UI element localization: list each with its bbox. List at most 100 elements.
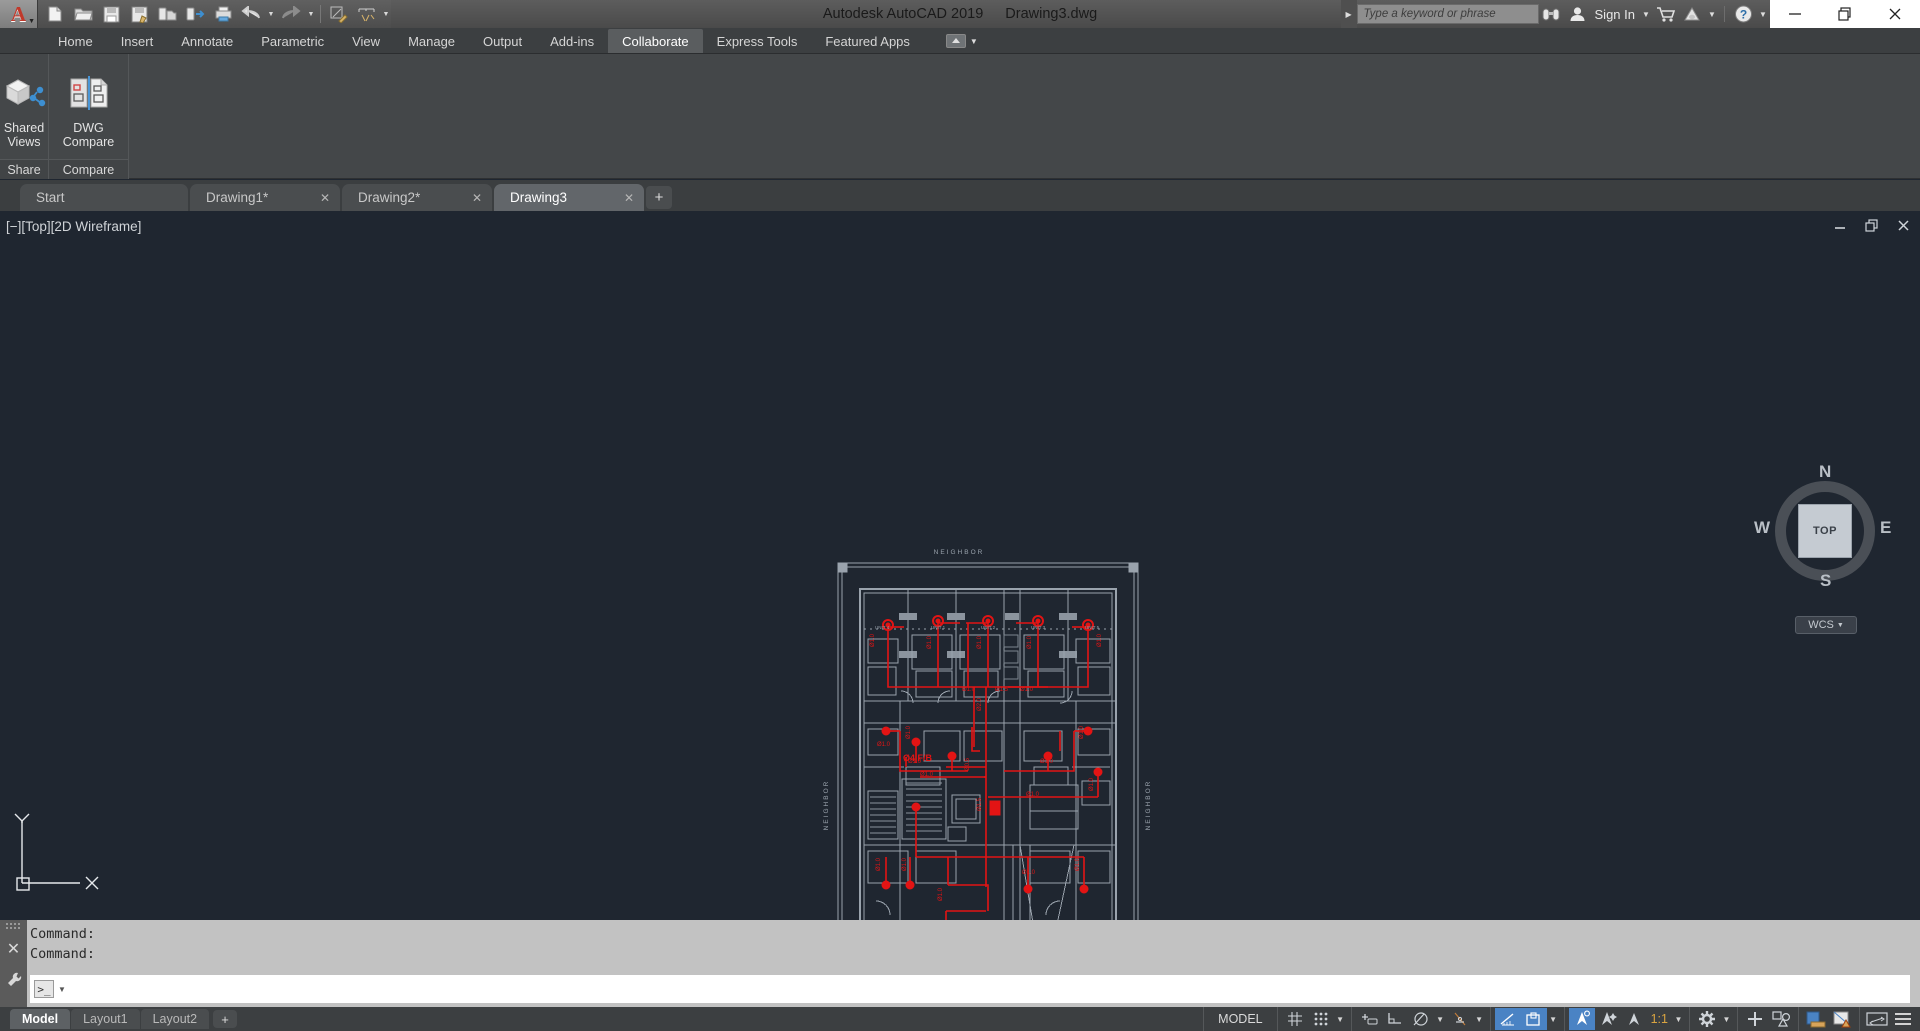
layout-tab-layout1[interactable]: Layout1 bbox=[71, 1009, 140, 1029]
web-open-icon[interactable] bbox=[182, 1, 208, 27]
layout-tab-model[interactable]: Model bbox=[10, 1009, 71, 1029]
chevron-down-icon[interactable]: ▼ bbox=[970, 37, 978, 46]
document-tab-bar: Start Drawing1* ✕ Drawing2* ✕ Drawing3 ✕… bbox=[0, 180, 1920, 211]
osnap-dropdown-icon[interactable]: ▼ bbox=[1473, 1008, 1486, 1030]
restore-button[interactable] bbox=[1822, 0, 1868, 28]
document-tab-label: Start bbox=[36, 190, 65, 205]
command-line-close-icon[interactable]: ✕ bbox=[0, 939, 27, 959]
sign-in-button[interactable]: Sign In bbox=[1591, 7, 1639, 22]
ribbon-tab-collaborate[interactable]: Collaborate bbox=[608, 29, 703, 53]
ribbon-tab-annotate[interactable]: Annotate bbox=[167, 29, 247, 53]
dwg-compare-button[interactable]: DWG Compare bbox=[49, 54, 128, 159]
search-binoculars-icon[interactable] bbox=[1539, 0, 1565, 28]
qat-customize-icon[interactable]: ▼ bbox=[381, 1, 391, 27]
ucs-selector[interactable]: WCS ▼ bbox=[1795, 616, 1857, 634]
compass-east-label[interactable]: E bbox=[1880, 518, 1891, 538]
a360-dropdown-icon[interactable]: ▼ bbox=[1705, 0, 1719, 28]
command-line-grip[interactable]: ✕ bbox=[0, 920, 27, 1007]
undo-dropdown-icon[interactable]: ▼ bbox=[266, 1, 276, 27]
annotation-visibility-icon[interactable] bbox=[1595, 1008, 1621, 1030]
polar-dropdown-icon[interactable]: ▼ bbox=[1434, 1008, 1447, 1030]
command-line-settings-icon[interactable] bbox=[0, 971, 27, 994]
open-icon[interactable] bbox=[70, 1, 96, 27]
drawing-canvas[interactable]: [−][Top][2D Wireframe] Ø1.0 Ø1.0 Ø1.0 Ø1… bbox=[0, 211, 1920, 920]
saveas-icon[interactable] bbox=[126, 1, 152, 27]
compass-north-label[interactable]: N bbox=[1819, 462, 1831, 482]
scale-dropdown-icon[interactable]: ▼ bbox=[1672, 1008, 1685, 1030]
shared-views-button[interactable]: Shared Views bbox=[0, 54, 48, 159]
document-tab-drawing2[interactable]: Drawing2* ✕ bbox=[342, 184, 492, 211]
close-icon[interactable]: ✕ bbox=[624, 191, 634, 205]
close-icon[interactable]: ✕ bbox=[320, 191, 330, 205]
lineweight-icon[interactable] bbox=[1494, 1008, 1521, 1030]
compass-west-label[interactable]: W bbox=[1754, 518, 1770, 538]
new-document-tab-button[interactable]: + bbox=[646, 186, 672, 209]
new-layout-button[interactable]: + bbox=[213, 1010, 238, 1028]
application-menu-button[interactable]: A ▼ bbox=[0, 0, 38, 28]
polar-tracking-icon[interactable] bbox=[1408, 1008, 1434, 1030]
infocenter-expand-icon[interactable]: ▶ bbox=[1340, 0, 1357, 28]
transparency-icon[interactable] bbox=[1520, 1008, 1547, 1030]
command-prompt-dropdown-icon[interactable]: ▼ bbox=[58, 985, 66, 994]
cart-icon[interactable] bbox=[1653, 0, 1679, 28]
undo-icon[interactable] bbox=[238, 1, 264, 27]
redo-icon[interactable] bbox=[278, 1, 304, 27]
document-tab-start[interactable]: Start bbox=[20, 184, 188, 211]
save-icon[interactable] bbox=[98, 1, 124, 27]
ribbon-tab-insert[interactable]: Insert bbox=[107, 29, 168, 53]
command-input[interactable] bbox=[69, 981, 1910, 997]
ribbon-tab-featured-apps[interactable]: Featured Apps bbox=[811, 29, 924, 53]
view-cube[interactable]: TOP N S E W bbox=[1754, 462, 1891, 596]
match-properties-icon[interactable] bbox=[325, 1, 351, 27]
ribbon-tab-view[interactable]: View bbox=[338, 29, 394, 53]
ribbon-tab-manage[interactable]: Manage bbox=[394, 29, 469, 53]
infer-constraints-icon[interactable] bbox=[1356, 1008, 1382, 1030]
autoscale-icon[interactable] bbox=[1621, 1008, 1647, 1030]
ortho-mode-icon[interactable] bbox=[1382, 1008, 1408, 1030]
ribbon-tab-home[interactable]: Home bbox=[44, 29, 107, 53]
search-input-wrap[interactable] bbox=[1356, 4, 1539, 24]
help-dropdown-icon[interactable]: ▼ bbox=[1756, 0, 1770, 28]
ribbon-tab-addins[interactable]: Add-ins bbox=[536, 29, 608, 53]
close-icon[interactable]: ✕ bbox=[472, 191, 482, 205]
model-paper-space-button[interactable]: MODEL bbox=[1208, 1012, 1272, 1026]
hardware-warning-icon[interactable] bbox=[1829, 1008, 1855, 1030]
cleanscreen-icon[interactable] bbox=[1864, 1008, 1890, 1030]
search-input[interactable] bbox=[1363, 8, 1532, 20]
workspace-switch-icon[interactable] bbox=[1694, 1008, 1720, 1030]
document-tab-drawing1[interactable]: Drawing1* ✕ bbox=[190, 184, 340, 211]
customization-icon[interactable] bbox=[1890, 1008, 1916, 1030]
isolate-objects-icon[interactable] bbox=[1768, 1008, 1794, 1030]
sign-in-dropdown-icon[interactable]: ▼ bbox=[1639, 0, 1653, 28]
grid-display-icon[interactable] bbox=[1282, 1008, 1308, 1030]
snap-dropdown-icon[interactable]: ▼ bbox=[1334, 1008, 1347, 1030]
workspace-dropdown-icon[interactable]: ▼ bbox=[1720, 1008, 1733, 1030]
help-icon[interactable]: ? bbox=[1730, 0, 1756, 28]
ribbon-tab-parametric[interactable]: Parametric bbox=[247, 29, 338, 53]
command-input-row[interactable]: >_ ▼ bbox=[30, 975, 1910, 1003]
autodesk-a360-icon[interactable] bbox=[1679, 0, 1705, 28]
ribbon-tab-output[interactable]: Output bbox=[469, 29, 536, 53]
command-prompt-icon[interactable]: >_ bbox=[34, 980, 54, 998]
close-button[interactable] bbox=[1872, 0, 1918, 28]
document-tab-drawing3[interactable]: Drawing3 ✕ bbox=[494, 184, 644, 211]
add-tools-icon[interactable] bbox=[1742, 1008, 1768, 1030]
minimize-button[interactable] bbox=[1772, 0, 1818, 28]
object-snap-tracking-icon[interactable] bbox=[1447, 1008, 1473, 1030]
annotation-scale-value[interactable]: 1:1 bbox=[1647, 1012, 1672, 1026]
view-cube-top-face[interactable]: TOP bbox=[1798, 504, 1852, 558]
ribbon-tab-express-tools[interactable]: Express Tools bbox=[703, 29, 812, 53]
ribbon-minimize-icon[interactable] bbox=[945, 34, 966, 48]
layout-tab-layout2[interactable]: Layout2 bbox=[140, 1009, 210, 1029]
redo-dropdown-icon[interactable]: ▼ bbox=[306, 1, 316, 27]
new-icon[interactable] bbox=[42, 1, 68, 27]
annotation-scale-icon[interactable] bbox=[353, 1, 379, 27]
selection-cycling-icon[interactable] bbox=[1568, 1008, 1595, 1030]
user-account-icon[interactable] bbox=[1565, 0, 1591, 28]
plot-icon[interactable] bbox=[210, 1, 236, 27]
snap-mode-icon[interactable] bbox=[1308, 1008, 1334, 1030]
display-dropdown-icon[interactable]: ▼ bbox=[1547, 1008, 1560, 1030]
web-save-icon[interactable] bbox=[154, 1, 180, 27]
hardware-acceleration-icon[interactable] bbox=[1803, 1008, 1829, 1030]
compass-south-label[interactable]: S bbox=[1820, 571, 1831, 591]
